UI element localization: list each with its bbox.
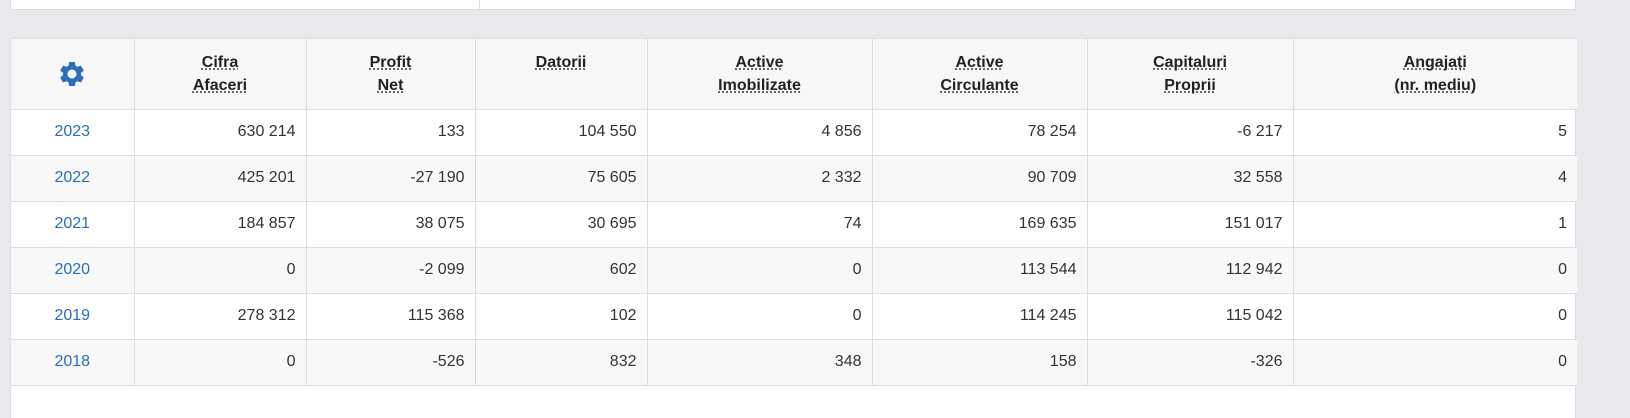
top-panel-strip [10,0,1576,10]
table-row: 2019 278 312 115 368 102 0 114 245 115 0… [11,292,1577,340]
year-link[interactable]: 2019 [54,307,90,324]
table-cell: -526 [305,338,476,386]
table-cell: 0 [1292,292,1577,340]
table-cell: 112 942 [1086,246,1294,294]
year-cell: 2020 [11,246,135,294]
table-cell: 184 857 [133,200,307,248]
year-cell: 2019 [11,292,135,340]
table-cell: -326 [1086,338,1294,386]
column-header[interactable]: Angajați (nr. mediu) [1292,39,1577,110]
table-cell: 78 254 [871,108,1088,156]
year-link[interactable]: 2018 [54,353,90,370]
top-panel-divider [479,0,480,9]
table-row: 2023 630 214 133 104 550 4 856 78 254 -6… [11,108,1577,156]
table-cell: 133 [305,108,476,156]
column-header[interactable]: Cifra Afaceri [133,39,307,110]
table-cell: 32 558 [1086,154,1294,202]
table-cell: 151 017 [1086,200,1294,248]
table-cell: -27 190 [305,154,476,202]
table-cell: 90 709 [871,154,1088,202]
table-cell: -6 217 [1086,108,1294,156]
table-cell: 348 [646,338,873,386]
table-cell: 602 [474,246,648,294]
table-cell: 278 312 [133,292,307,340]
year-cell: 2018 [11,338,135,386]
table-cell: 425 201 [133,154,307,202]
table-cell: 169 635 [871,200,1088,248]
year-cell: 2022 [11,154,135,202]
gear-icon[interactable] [57,59,87,89]
year-link[interactable]: 2021 [54,215,90,232]
table-cell: 104 550 [474,108,648,156]
table-cell: 0 [133,246,307,294]
table-cell: 75 605 [474,154,648,202]
column-header[interactable]: Active Imobilizate [646,39,873,110]
table-cell: 30 695 [474,200,648,248]
table-cell: 38 075 [305,200,476,248]
table-row: 2020 0 -2 099 602 0 113 544 112 942 0 [11,246,1577,294]
table-cell: 2 332 [646,154,873,202]
table-cell: 1 [1292,200,1577,248]
table-cell: 113 544 [871,246,1088,294]
settings-header-cell [11,39,135,110]
table-cell: -2 099 [305,246,476,294]
table-row: 2021 184 857 38 075 30 695 74 169 635 15… [11,200,1577,248]
table-cell: 114 245 [871,292,1088,340]
table-cell: 0 [1292,246,1577,294]
table-body: 2023 630 214 133 104 550 4 856 78 254 -6… [11,108,1577,386]
table-cell: 0 [646,292,873,340]
table-row: 2018 0 -526 832 348 158 -326 0 [11,338,1577,386]
table-cell: 832 [474,338,648,386]
financial-table: Cifra Afaceri Profit Net Datorii Active Imo… [11,39,1577,386]
year-link[interactable]: 2020 [54,261,90,278]
year-cell: 2021 [11,200,135,248]
year-link[interactable]: 2022 [54,169,90,186]
column-header[interactable]: Capitaluri Proprii [1086,39,1294,110]
financial-data-panel: Cifra Afaceri Profit Net Datorii Active Imo… [10,38,1577,418]
table-cell: 115 368 [305,292,476,340]
column-header[interactable]: Active Circulante [871,39,1088,110]
table-header-row: Cifra Afaceri Profit Net Datorii Active Imo… [11,39,1577,110]
year-cell: 2023 [11,108,135,156]
table-cell: 630 214 [133,108,307,156]
table-cell: 4 [1292,154,1577,202]
table-cell: 0 [646,246,873,294]
table-cell: 102 [474,292,648,340]
table-cell: 74 [646,200,873,248]
column-header[interactable]: Profit Net [305,39,476,110]
table-cell: 0 [1292,338,1577,386]
table-row: 2022 425 201 -27 190 75 605 2 332 90 709… [11,154,1577,202]
column-header[interactable]: Datorii [474,39,648,110]
table-cell: 0 [133,338,307,386]
table-cell: 115 042 [1086,292,1294,340]
table-cell: 5 [1292,108,1577,156]
table-cell: 158 [871,338,1088,386]
table-cell: 4 856 [646,108,873,156]
year-link[interactable]: 2023 [54,123,90,140]
